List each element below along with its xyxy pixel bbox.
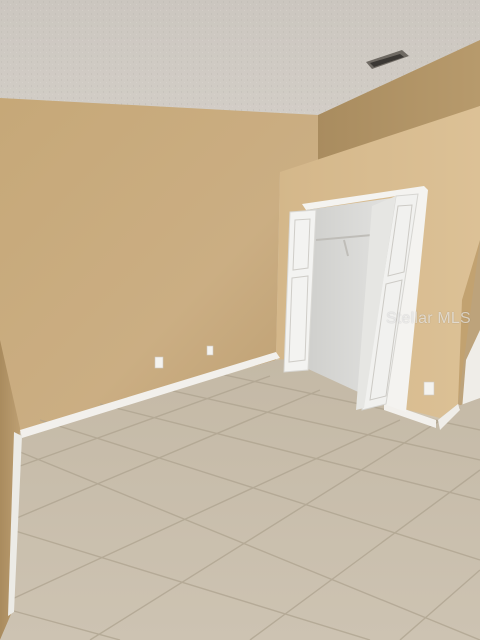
room-illustration xyxy=(0,0,480,640)
room-photo: Stellar MLS xyxy=(0,0,480,640)
